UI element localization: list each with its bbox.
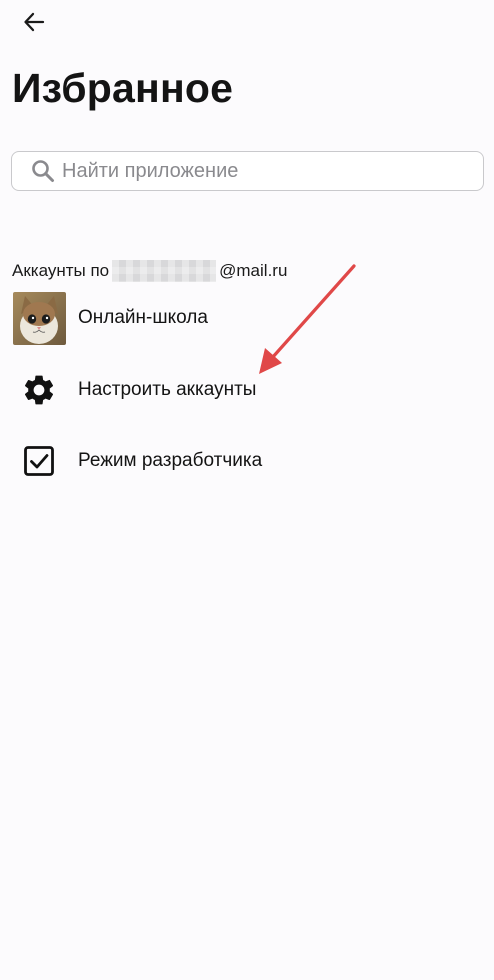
- list-item-online-school[interactable]: Онлайн-школа: [12, 291, 482, 345]
- gear-icon: [24, 375, 54, 405]
- search-box[interactable]: [11, 151, 484, 191]
- list-item-configure-accounts[interactable]: Настроить аккаунты: [12, 363, 482, 417]
- list-item-label: Настроить аккаунты: [78, 379, 257, 400]
- accounts-section-label: Аккаунты по @mail.ru: [12, 260, 287, 282]
- accounts-label-suffix: @mail.ru: [219, 261, 288, 280]
- back-button[interactable]: [18, 8, 50, 36]
- checkbox-checked-icon[interactable]: [23, 445, 55, 477]
- annotation-arrow: [259, 264, 356, 374]
- accounts-label-prefix: Аккаунты по: [12, 261, 110, 280]
- search-icon: [30, 158, 56, 184]
- redacted-email: [112, 260, 217, 282]
- page-title: Избранное: [12, 65, 234, 111]
- list-item-developer-mode[interactable]: Режим разработчика: [12, 434, 482, 488]
- list-item-label: Режим разработчика: [78, 450, 263, 471]
- list-item-label: Онлайн-школа: [78, 307, 208, 328]
- search-input[interactable]: [62, 159, 462, 183]
- cat-avatar: [12, 291, 66, 345]
- arrow-left-icon: [24, 12, 45, 32]
